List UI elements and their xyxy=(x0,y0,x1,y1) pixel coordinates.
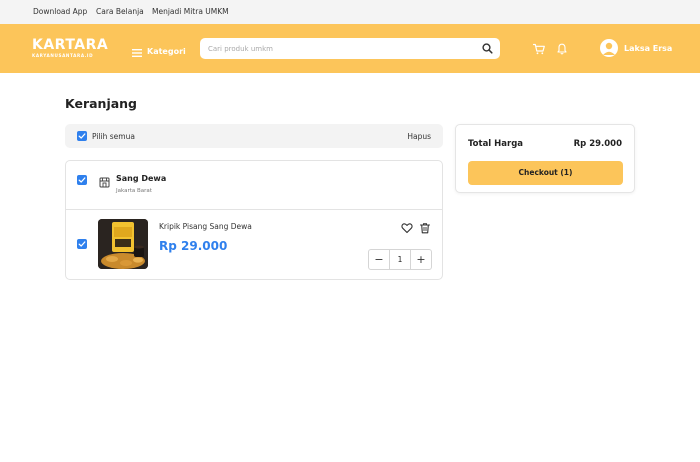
user-name: Laksa Ersa xyxy=(624,43,673,53)
search-bar xyxy=(200,38,500,59)
total-label: Total Harga xyxy=(468,139,524,149)
avatar xyxy=(600,39,618,57)
menu-icon xyxy=(132,42,142,61)
store-icon xyxy=(99,173,110,188)
main-header: KARTARA KARYANUSANTARA.ID Kategori Laksa… xyxy=(0,24,700,73)
search-icon[interactable] xyxy=(480,41,495,56)
quantity-stepper: − 1 + xyxy=(368,249,432,270)
store-location: Jakarta Barat xyxy=(116,188,152,194)
kategori-button[interactable]: Kategori xyxy=(132,42,186,61)
store-checkbox[interactable] xyxy=(77,175,87,185)
select-all-label: Pilih semua xyxy=(92,132,135,141)
search-input[interactable] xyxy=(208,41,458,56)
quantity-value[interactable]: 1 xyxy=(389,250,411,269)
heart-icon[interactable] xyxy=(401,219,413,234)
kategori-label: Kategori xyxy=(147,47,186,56)
total-value: Rp 29.000 xyxy=(573,139,622,149)
select-all-row: Pilih semua Hapus xyxy=(65,124,443,148)
delete-button[interactable]: Hapus xyxy=(407,132,431,141)
product-image[interactable] xyxy=(98,219,148,269)
logo-text: KARTARA xyxy=(32,37,109,53)
product-price: Rp 29.000 xyxy=(159,239,228,253)
item-checkbox[interactable] xyxy=(77,239,87,249)
bell-icon[interactable] xyxy=(555,41,569,55)
checkout-button[interactable]: Checkout (1) xyxy=(468,161,623,185)
cart-store-card: Sang Dewa Jakarta Barat Kripik Pisang Sa… xyxy=(65,160,443,280)
top-bar: Download App Cara Belanja Menjadi Mitra … xyxy=(0,0,700,24)
increase-button[interactable]: + xyxy=(411,250,431,269)
page-title: Keranjang xyxy=(65,96,138,111)
select-all-checkbox[interactable] xyxy=(77,131,87,141)
divider xyxy=(66,209,442,210)
decrease-button[interactable]: − xyxy=(369,250,389,269)
download-app-link[interactable]: Download App xyxy=(33,7,87,16)
store-name[interactable]: Sang Dewa xyxy=(116,174,166,183)
order-summary: Total Harga Rp 29.000 Checkout (1) xyxy=(455,124,635,193)
logo-subtext: KARYANUSANTARA.ID xyxy=(32,53,94,58)
product-name[interactable]: Kripik Pisang Sang Dewa xyxy=(159,222,252,231)
cara-belanja-link[interactable]: Cara Belanja xyxy=(96,7,144,16)
user-menu[interactable]: Laksa Ersa xyxy=(600,39,672,57)
mitra-umkm-link[interactable]: Menjadi Mitra UMKM xyxy=(152,7,229,16)
kartara-logo[interactable]: KARTARA KARYANUSANTARA.ID xyxy=(32,38,108,58)
trash-icon[interactable] xyxy=(419,219,431,234)
cart-icon[interactable] xyxy=(532,41,546,55)
